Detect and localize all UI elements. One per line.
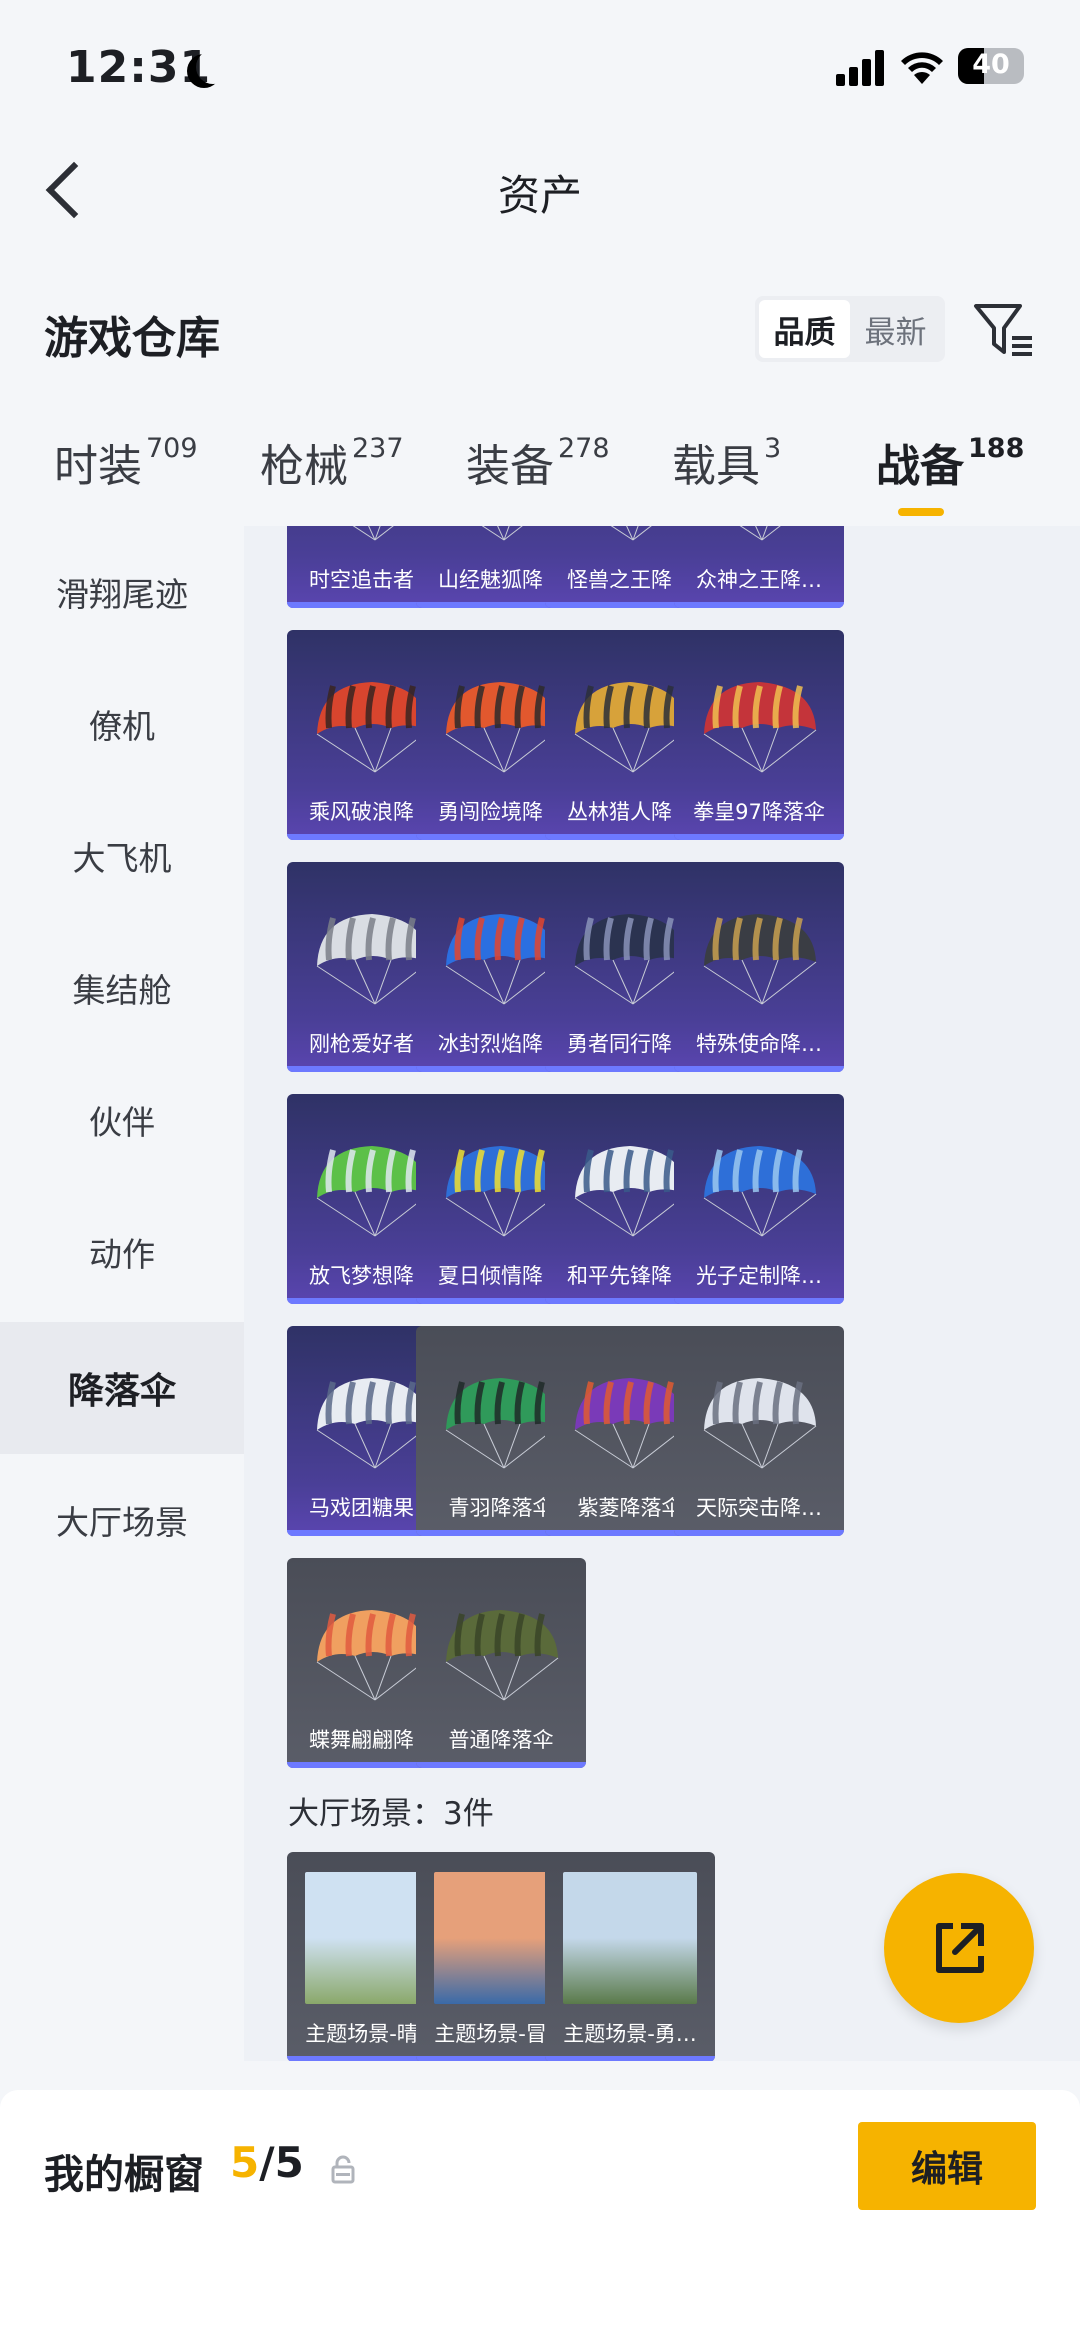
sidebar-item-parachute[interactable]: 降落伞 xyxy=(0,1322,244,1454)
tab-count: 188 xyxy=(968,433,1025,465)
card-accent-strip xyxy=(674,1298,844,1304)
parachute-icon xyxy=(739,526,781,541)
tab-label: 枪械 xyxy=(260,441,348,492)
parachute-card[interactable]: 普通降落伞 xyxy=(416,1558,586,1768)
sort-quality-button[interactable]: 品质 xyxy=(759,300,850,358)
filter-icon[interactable] xyxy=(970,298,1036,360)
page-title: 资产 xyxy=(497,171,582,220)
parachute-icon xyxy=(703,682,817,773)
sidebar: 滑翔尾迹 僚机 大飞机 集结舱 伙伴 动作 降落伞 大厅场景 xyxy=(0,526,244,2066)
sidebar-item-assembly-pod[interactable]: 集结舱 xyxy=(0,922,244,1054)
status-bar: 12:31 40 xyxy=(0,0,1080,130)
card-accent-strip xyxy=(674,1066,844,1072)
showcase-total: 5 xyxy=(274,2138,304,2187)
parachute-card-label: 众神之王降… xyxy=(696,568,822,592)
parachute-card[interactable]: 光子定制降… xyxy=(674,1094,844,1304)
parachute-icon xyxy=(703,1146,817,1237)
card-accent-strip xyxy=(674,602,844,608)
tab-combat-gear[interactable]: 战备 188 xyxy=(876,430,1024,494)
tab-count: 278 xyxy=(558,433,610,465)
scene-card[interactable]: 主题场景-勇… xyxy=(545,1852,715,2061)
parachute-card-label: 拳皇97降落伞 xyxy=(693,800,825,824)
scene-section-heading: 大厅场景：3件 xyxy=(288,1796,494,1832)
parachute-card[interactable]: 天际突击降… xyxy=(674,1326,844,1536)
battery-level: 40 xyxy=(972,49,1010,80)
tab-vehicles[interactable]: 载具 3 xyxy=(672,430,781,494)
tab-count: 709 xyxy=(146,433,198,465)
share-icon xyxy=(936,1923,984,1973)
sidebar-item-lobby-scene[interactable]: 大厅场景 xyxy=(0,1454,244,1586)
tab-label: 装备 xyxy=(466,441,554,492)
parachute-card[interactable]: 特殊使命降… xyxy=(674,862,844,1072)
share-button[interactable] xyxy=(884,1873,1034,2023)
parachute-card-label: 光子定制降… xyxy=(696,1264,822,1288)
parachute-card-label: 普通降落伞 xyxy=(448,1728,554,1752)
sidebar-item-emote[interactable]: 动作 xyxy=(0,1186,244,1318)
showcase-bar: 我的橱窗 5/5 编辑 xyxy=(0,2090,1080,2337)
parachute-card[interactable]: 众神之王降… xyxy=(674,526,844,608)
tab-count: 3 xyxy=(764,433,782,465)
tab-label: 战备 xyxy=(876,441,964,492)
tab-fashion[interactable]: 时装 709 xyxy=(54,430,198,494)
showcase-title: 我的橱窗 xyxy=(44,2152,204,2198)
item-grid: 大厅场景：3件 时空追击者… 山经魅狐降… 怪兽之王降… 众神之王降… 乘风破浪降… 勇闯… xyxy=(244,526,1080,2061)
card-accent-strip xyxy=(545,2056,715,2061)
lock-icon xyxy=(331,2155,355,2184)
active-tab-indicator xyxy=(898,508,944,516)
wifi-icon xyxy=(901,52,943,84)
scene-card-label: 主题场景-勇… xyxy=(563,2022,697,2046)
tab-count: 237 xyxy=(352,433,404,465)
card-accent-strip xyxy=(674,1530,844,1536)
status-time: 12:31 xyxy=(66,42,212,93)
tab-weapons[interactable]: 枪械 237 xyxy=(260,430,404,494)
edit-button[interactable]: 编辑 xyxy=(858,2122,1036,2210)
sidebar-item-wingman[interactable]: 僚机 xyxy=(0,658,244,790)
tab-label: 载具 xyxy=(672,441,760,492)
parachute-icon xyxy=(703,914,817,1005)
sidebar-item-companion[interactable]: 伙伴 xyxy=(0,1054,244,1186)
parachute-icon xyxy=(445,1610,559,1701)
scene-thumbnail xyxy=(563,1872,697,2004)
moon-icon xyxy=(196,50,230,84)
parachute-card[interactable]: 拳皇97降落伞 xyxy=(674,630,844,840)
card-accent-strip xyxy=(674,834,844,840)
tab-equipment[interactable]: 装备 278 xyxy=(466,430,610,494)
showcase-current: 5 xyxy=(230,2138,260,2187)
parachute-card-label: 特殊使命降… xyxy=(696,1032,822,1056)
sort-newest-button[interactable]: 最新 xyxy=(850,300,941,358)
sort-toggle: 品质 最新 xyxy=(755,296,945,362)
parachute-card-label: 天际突击降… xyxy=(696,1496,822,1520)
battery-icon: 40 xyxy=(958,48,1024,84)
sidebar-item-glide-trail[interactable]: 滑翔尾迹 xyxy=(0,526,244,658)
showcase-count: 5/5 xyxy=(230,2138,304,2187)
warehouse-title: 游戏仓库 xyxy=(44,313,220,364)
card-accent-strip xyxy=(416,1762,586,1768)
tab-label: 时装 xyxy=(54,441,142,492)
cellular-signal-icon xyxy=(836,48,886,86)
parachute-icon xyxy=(703,1378,817,1469)
sidebar-item-big-plane[interactable]: 大飞机 xyxy=(0,790,244,922)
